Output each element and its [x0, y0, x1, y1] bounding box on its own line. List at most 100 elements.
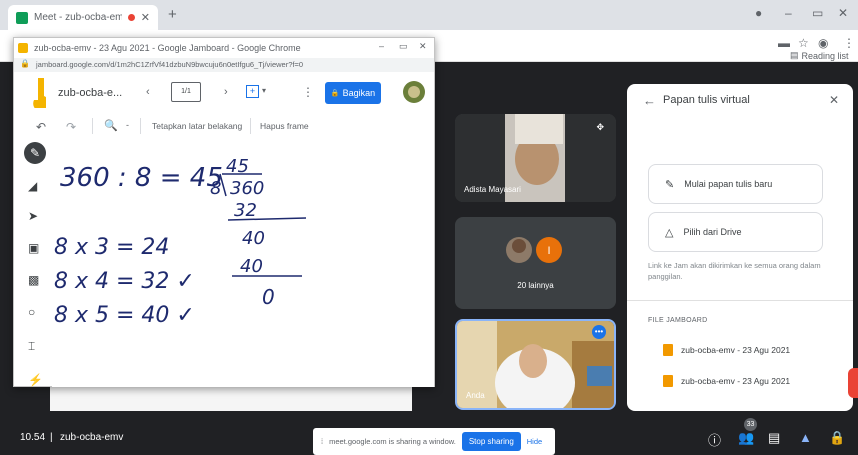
- text-box-icon[interactable]: ⌶: [28, 340, 35, 352]
- participant-count-badge: 33: [744, 418, 757, 431]
- jamboard-file-icon: [663, 344, 673, 356]
- tab-close-icon[interactable]: ✕: [141, 11, 150, 24]
- new-whiteboard-button[interactable]: ✎ Mulai papan tulis baru: [648, 164, 823, 204]
- shape-tool-icon[interactable]: ○: [28, 306, 35, 318]
- eraser-tool-icon[interactable]: ◢: [28, 180, 37, 192]
- participant-tile-others[interactable]: I 20 lainnya: [455, 217, 616, 309]
- lock-icon[interactable]: 🔒: [829, 430, 845, 446]
- clear-frame-button[interactable]: Hapus frame: [260, 121, 309, 131]
- select-tool-icon[interactable]: ➤: [28, 210, 38, 222]
- self-tile[interactable]: ••• Anda: [455, 319, 616, 410]
- recording-dot-icon: [127, 14, 135, 21]
- user-avatar[interactable]: [403, 81, 425, 103]
- share-lock-icon: 🔒: [330, 90, 340, 97]
- files-heading: FILE JAMBOARD: [648, 317, 708, 324]
- jamboard-titlebar: zub-ocba-emv - 23 Agu 2021 - Google Jamb…: [14, 38, 434, 58]
- jamboard-logo-icon: [33, 78, 46, 108]
- division-remainder: 0: [262, 285, 275, 309]
- outer-tab-title: Meet - zub-ocba-emv: [34, 12, 122, 23]
- frame-indicator: 1/1: [181, 88, 191, 95]
- chat-icon[interactable]: ▤: [768, 430, 780, 446]
- bookmark-star-icon[interactable]: ☆: [798, 36, 809, 50]
- jamboard-toolbar: ↶ ↷ 🔍 - Tetapkan latar belakang Hapus fr…: [14, 116, 434, 138]
- jamboard-file-name: zub-ocba-emv - 23 Agu 2021: [681, 345, 791, 355]
- add-frame-icon[interactable]: +: [246, 85, 259, 98]
- extension-icon[interactable]: ▬: [778, 36, 790, 50]
- divider: [627, 300, 853, 301]
- set-background-button[interactable]: Tetapkan latar belakang: [152, 121, 242, 131]
- zoom-icon[interactable]: 🔍: [104, 119, 118, 132]
- jamboard-canvas[interactable]: 360 : 8 = 45 8 x 3 = 24 8 x 4 = 32 ✓ 8 x…: [52, 150, 434, 387]
- jamboard-header: zub-ocba-e... ‹ 1/1 › + ▾ ⋮ 🔒 Bagikan: [14, 76, 434, 112]
- share-button[interactable]: 🔒 Bagikan: [325, 82, 381, 104]
- prev-frame-icon[interactable]: ‹: [146, 86, 150, 98]
- lock-url-icon: 🔒: [20, 59, 30, 68]
- window-close-icon[interactable]: ✕: [838, 6, 848, 20]
- jam-restore-icon[interactable]: ▭: [399, 41, 408, 52]
- sharing-notice-bar: ⁞ meet.google.com is sharing a window. S…: [313, 428, 555, 455]
- new-tab-icon[interactable]: +: [168, 6, 177, 23]
- jamboard-url[interactable]: jamboard.google.com/d/1m2hC1ZrfVf41dzbuN…: [14, 58, 434, 72]
- reading-list-icon: ▤: [790, 50, 799, 60]
- drive-icon: △: [665, 226, 674, 239]
- sticky-note-icon[interactable]: ▣: [28, 242, 39, 254]
- handwriting-line: 8 x 4 = 32 ✓: [54, 269, 195, 294]
- jamboard-file-name: zub-ocba-emv - 23 Agu 2021: [681, 376, 791, 386]
- info-icon[interactable]: ⓘ: [708, 430, 721, 449]
- division-dividend: 360: [230, 178, 264, 199]
- toolbar-divider: [92, 118, 93, 134]
- redo-icon[interactable]: ↷: [66, 120, 76, 134]
- menu-kebab-icon[interactable]: ⋮: [843, 36, 855, 50]
- handwriting-line: 8 x 3 = 24: [54, 235, 169, 260]
- image-tool-icon[interactable]: ▩: [28, 274, 39, 286]
- frame-bar-button[interactable]: 1/1: [171, 82, 201, 102]
- minimize-icon[interactable]: –: [785, 6, 792, 20]
- jamboard-window-title: zub-ocba-emv - 23 Agu 2021 - Google Jamb…: [34, 43, 301, 53]
- hide-button[interactable]: Hide: [527, 437, 542, 446]
- restore-icon[interactable]: ▭: [812, 6, 823, 20]
- add-frame-dropdown-icon[interactable]: ▾: [262, 86, 266, 95]
- next-frame-icon[interactable]: ›: [224, 86, 228, 98]
- profile-icon[interactable]: ●: [755, 6, 762, 20]
- document-name[interactable]: zub-ocba-e...: [58, 87, 122, 99]
- sharing-notice-text: meet.google.com is sharing a window.: [329, 437, 456, 446]
- reading-list-label: Reading list: [801, 50, 849, 61]
- panel-close-icon[interactable]: ✕: [829, 93, 839, 107]
- jamboard-window: zub-ocba-emv - 23 Agu 2021 - Google Jamb…: [13, 37, 435, 387]
- outer-tab-meet[interactable]: Meet - zub-ocba-emv ✕: [8, 5, 158, 30]
- avatar-icon[interactable]: ◉: [818, 36, 828, 50]
- stop-sharing-button[interactable]: Stop sharing: [461, 432, 521, 451]
- handwriting-line: 360 : 8 = 45: [60, 163, 223, 193]
- jam-minimize-icon[interactable]: –: [379, 41, 384, 51]
- division-divisor: 8: [210, 178, 221, 199]
- jamboard-favicon-icon: [18, 43, 28, 53]
- drag-handle-icon[interactable]: ⁞: [321, 437, 323, 446]
- participant-tile-1[interactable]: ✥ Adista Mayasari: [455, 114, 616, 202]
- more-menu-icon[interactable]: ⋮: [302, 85, 314, 99]
- activities-icon[interactable]: ▲: [799, 430, 812, 445]
- choose-from-drive-label: Pilih dari Drive: [683, 227, 742, 237]
- pin-icon[interactable]: ✥: [596, 122, 604, 133]
- choose-from-drive-button[interactable]: △ Pilih dari Drive: [648, 212, 823, 252]
- side-panel-title: Papan tulis virtual: [663, 94, 750, 106]
- floating-red-button[interactable]: [848, 368, 858, 398]
- pen-icon: ✎: [665, 178, 675, 191]
- share-button-label: Bagikan: [342, 88, 376, 98]
- jamboard-file-item[interactable]: zub-ocba-emv - 23 Agu 2021: [663, 375, 790, 387]
- new-whiteboard-label: Mulai papan tulis baru: [684, 179, 773, 189]
- jamboard-file-icon: [663, 375, 673, 387]
- pen-tool-icon[interactable]: ✎: [24, 142, 46, 164]
- jam-close-icon[interactable]: ✕: [419, 41, 427, 52]
- jamboard-tool-rail: ✎ ◢ ➤ ▣ ▩ ○ ⌶ ⚡: [22, 138, 48, 388]
- undo-icon[interactable]: ↶: [36, 120, 46, 134]
- laser-tool-icon[interactable]: ⚡: [28, 374, 43, 386]
- reading-list-button[interactable]: ▤ Reading list: [790, 50, 849, 61]
- jamboard-file-item[interactable]: zub-ocba-emv - 23 Agu 2021: [663, 344, 790, 356]
- back-arrow-icon[interactable]: ←: [643, 93, 656, 108]
- more-options-icon[interactable]: •••: [592, 325, 606, 339]
- zoom-dropdown[interactable]: -: [126, 120, 129, 130]
- outer-tab-bar: Meet - zub-ocba-emv ✕ + ● – ▭ ✕: [0, 0, 858, 30]
- division-step: 40: [242, 228, 265, 249]
- people-icon[interactable]: 👥: [738, 430, 754, 446]
- handwriting-layer: 360 : 8 = 45 8 x 3 = 24 8 x 4 = 32 ✓ 8 x…: [54, 156, 307, 328]
